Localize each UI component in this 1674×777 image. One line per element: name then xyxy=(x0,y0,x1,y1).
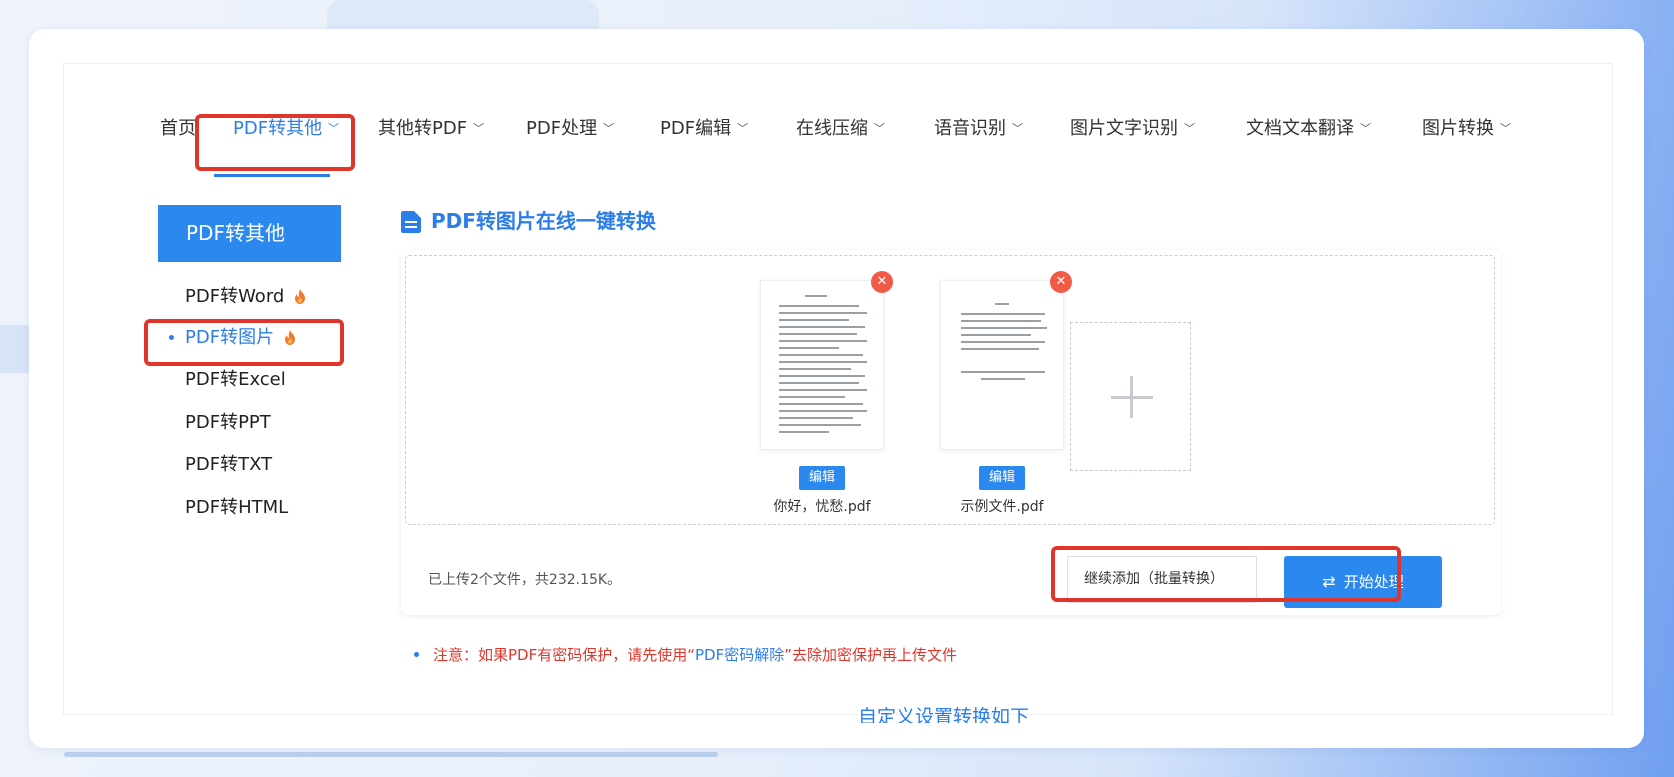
nav-item-label: 图片转换 xyxy=(1422,118,1494,139)
nav-item-label: 首页 xyxy=(160,118,196,139)
pdf-unlock-link[interactable]: PDF密码解除 xyxy=(695,646,784,664)
sidebar-item-label: PDF转TXT xyxy=(185,454,273,475)
nav-item-label: PDF处理 xyxy=(526,118,598,139)
sidebar-item-label: PDF转图片 xyxy=(185,327,275,348)
active-bullet-icon xyxy=(169,335,174,340)
start-processing-button[interactable]: ⇄ 开始处理 xyxy=(1284,556,1442,608)
fire-icon xyxy=(285,330,296,345)
notice-text: ”去除加密保护再上传文件 xyxy=(784,646,958,664)
nav-item-other-to-pdf[interactable]: 其他转PDF ﹀ xyxy=(378,114,484,144)
fire-icon xyxy=(295,289,306,304)
remove-file-button[interactable]: ✕ xyxy=(871,271,893,293)
sidebar-header: PDF转其他 xyxy=(158,205,341,262)
nav-item-label: 其他转PDF xyxy=(378,118,468,139)
page-card: 首页 PDF转其他 ﹀ 其他转PDF ﹀ PDF处理 ﹀ PDF编辑 ﹀ 在线压缩 ﹀ 语… xyxy=(29,29,1644,748)
nav-item-image-ocr[interactable]: 图片文字识别 ﹀ xyxy=(1070,114,1195,144)
nav-item-online-compress[interactable]: 在线压缩 ﹀ xyxy=(796,114,885,144)
file-name: 你好，忧愁.pdf xyxy=(773,499,871,515)
plus-icon xyxy=(1130,376,1133,418)
custom-settings-heading: 自定义设置转换如下 xyxy=(858,706,1030,723)
nav-item-pdf-editing[interactable]: PDF编辑 ﹀ xyxy=(660,114,748,144)
nav-item-label: 语音识别 xyxy=(934,118,1006,139)
chevron-down-icon: ﹀ xyxy=(328,122,340,135)
start-processing-label: 开始处理 xyxy=(1343,573,1404,591)
sidebar-item-label: PDF转PPT xyxy=(185,412,271,433)
remove-file-button[interactable]: ✕ xyxy=(1050,271,1072,293)
edit-file-button[interactable]: 编辑 xyxy=(979,466,1025,490)
sidebar-item-pdf-to-html[interactable]: PDF转HTML xyxy=(185,495,288,521)
content-frame: 首页 PDF转其他 ﹀ 其他转PDF ﹀ PDF处理 ﹀ PDF编辑 ﹀ 在线压缩 ﹀ 语… xyxy=(63,63,1613,723)
sidebar-item-label: PDF转Excel xyxy=(185,369,286,390)
file-thumbnail xyxy=(940,280,1064,450)
file-name: 示例文件.pdf xyxy=(960,499,1044,515)
chevron-down-icon: ﹀ xyxy=(1500,122,1511,135)
page-title: PDF转图片在线一键转换 xyxy=(401,208,656,234)
background-scrollbar xyxy=(64,752,718,757)
sidebar-item-pdf-to-ppt[interactable]: PDF转PPT xyxy=(185,410,271,436)
top-nav: 首页 PDF转其他 ﹀ 其他转PDF ﹀ PDF处理 ﹀ PDF编辑 ﹀ 在线压缩 ﹀ 语… xyxy=(64,64,1612,177)
chevron-down-icon: ﹀ xyxy=(473,122,485,135)
sidebar-item-label: PDF转Word xyxy=(185,286,285,307)
sidebar-item-pdf-to-txt[interactable]: PDF转TXT xyxy=(185,452,272,478)
nav-item-pdf-to-other[interactable]: PDF转其他 ﹀ xyxy=(233,114,339,144)
upload-status: 已上传2个文件，共232.15K。 xyxy=(428,572,622,588)
nav-item-label: PDF转其他 xyxy=(233,118,323,139)
nav-item-speech-recognition[interactable]: 语音识别 ﹀ xyxy=(934,114,1023,144)
chevron-down-icon: ﹀ xyxy=(603,122,615,135)
sidebar-item-pdf-to-word[interactable]: PDF转Word xyxy=(185,284,306,310)
active-tab-underline xyxy=(214,174,330,177)
add-file-button[interactable] xyxy=(1070,322,1191,471)
chevron-down-icon: ﹀ xyxy=(1012,122,1023,135)
notice-text: 注意：如果PDF有密码保护，请先使用“ xyxy=(433,646,695,664)
chevron-down-icon: ﹀ xyxy=(1184,122,1195,135)
edit-file-button[interactable]: 编辑 xyxy=(799,466,845,490)
continue-add-button[interactable]: 继续添加（批量转换） xyxy=(1067,556,1257,603)
nav-item-home[interactable]: 首页 xyxy=(160,114,196,144)
nav-item-pdf-processing[interactable]: PDF处理 ﹀ xyxy=(526,114,614,144)
sidebar-item-pdf-to-image[interactable]: PDF转图片 xyxy=(185,325,296,351)
nav-item-label: 图片文字识别 xyxy=(1070,118,1178,139)
bullet-icon xyxy=(414,652,419,657)
nav-item-label: 在线压缩 xyxy=(796,118,868,139)
sidebar-item-label: PDF转HTML xyxy=(185,497,289,518)
sidebar-item-pdf-to-excel[interactable]: PDF转Excel xyxy=(185,367,286,393)
nav-item-label: PDF编辑 xyxy=(660,118,732,139)
chevron-down-icon: ﹀ xyxy=(1360,122,1371,135)
chevron-down-icon: ﹀ xyxy=(874,122,885,135)
file-thumbnail xyxy=(760,280,884,450)
chevron-down-icon: ﹀ xyxy=(737,122,749,135)
page-title-text: PDF转图片在线一键转换 xyxy=(431,209,656,233)
nav-item-image-convert[interactable]: 图片转换 ﹀ xyxy=(1422,114,1511,144)
background-side-shape xyxy=(0,325,30,373)
refresh-icon: ⇄ xyxy=(1322,572,1336,591)
nav-item-label: 文档文本翻译 xyxy=(1246,118,1354,139)
password-notice: 注意：如果PDF有密码保护，请先使用“PDF密码解除”去除加密保护再上传文件 xyxy=(414,644,957,665)
nav-item-document-translate[interactable]: 文档文本翻译 ﹀ xyxy=(1246,114,1371,144)
